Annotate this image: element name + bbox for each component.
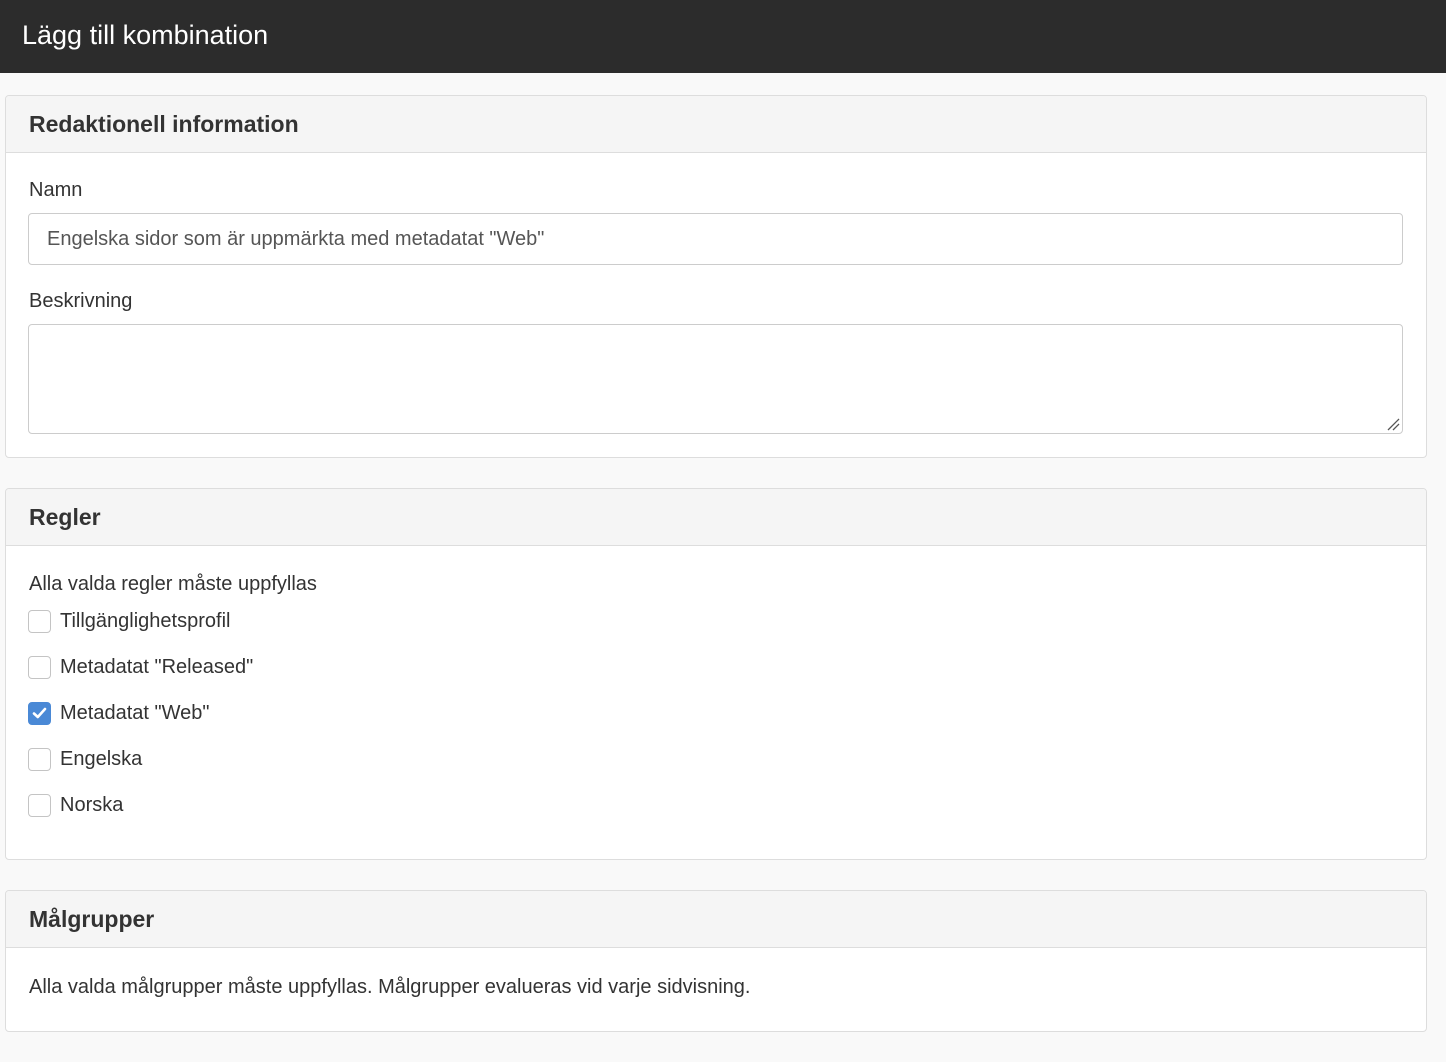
rules-panel: Regler Alla valda regler måste uppfyllas… <box>5 488 1427 860</box>
rules-heading: Regler <box>29 503 101 530</box>
editorial-panel-heading: Redaktionell information <box>6 96 1426 153</box>
resize-grip-icon[interactable] <box>1386 417 1400 431</box>
audiences-heading: Målgrupper <box>29 905 155 932</box>
rule-item-label: Metadatat "Released" <box>60 655 254 678</box>
editorial-panel: Redaktionell information Namn Beskrivnin… <box>5 95 1427 458</box>
page-title: Lägg till kombination <box>22 20 269 50</box>
checkbox[interactable] <box>28 701 51 725</box>
audiences-panel-heading: Målgrupper <box>6 891 1426 948</box>
rule-item-norwegian[interactable]: Norska <box>28 792 123 818</box>
checkbox[interactable] <box>28 747 51 771</box>
description-wrapper <box>6 324 1426 434</box>
rule-item-metadata-released[interactable]: Metadatat "Released" <box>28 654 253 680</box>
rule-item-label: Norska <box>60 793 124 816</box>
name-label: Namn <box>29 179 83 201</box>
rule-item-label: Tillgänglighetsprofil <box>60 609 231 632</box>
checkbox[interactable] <box>28 655 51 679</box>
rules-help-text: Alla valda regler måste uppfyllas <box>29 573 317 595</box>
audiences-panel: Målgrupper Alla valda målgrupper måste u… <box>5 890 1427 1032</box>
rule-item-label: Metadatat "Web" <box>60 701 210 724</box>
check-icon <box>32 707 47 719</box>
name-input[interactable] <box>28 213 1403 265</box>
rule-item-metadata-web[interactable]: Metadatat "Web" <box>28 700 209 726</box>
checkbox[interactable] <box>28 793 51 817</box>
checkbox[interactable] <box>28 609 51 633</box>
description-label: Beskrivning <box>29 290 133 312</box>
rules-panel-heading: Regler <box>6 489 1426 546</box>
app-header: Lägg till kombination <box>0 0 1446 73</box>
audiences-help-text: Alla valda målgrupper måste uppfyllas. M… <box>29 976 751 998</box>
rule-item-label: Engelska <box>60 747 143 770</box>
editorial-heading: Redaktionell information <box>29 110 299 137</box>
rule-item-english[interactable]: Engelska <box>28 746 142 772</box>
description-textarea[interactable] <box>28 324 1403 434</box>
rule-item-accessibility-profile[interactable]: Tillgänglighetsprofil <box>28 608 230 634</box>
